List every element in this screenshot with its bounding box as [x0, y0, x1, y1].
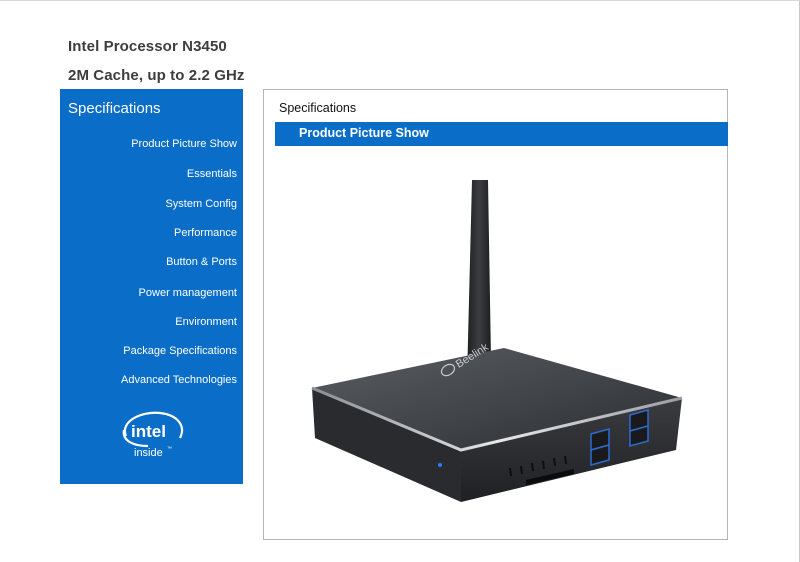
sidebar-item-package-specifications[interactable]: Package Specifications — [123, 345, 237, 357]
power-led — [438, 463, 442, 467]
sidebar-item-environment[interactable]: Environment — [175, 316, 237, 328]
intel-logo-tm: ™ — [167, 446, 172, 452]
sidebar-nav: Specifications Product Picture Show Esse… — [60, 89, 243, 484]
tab-product-picture-show[interactable]: Product Picture Show — [299, 126, 429, 140]
intel-inside-logo: intel inside ™ — [122, 411, 184, 459]
sidebar-item-power-management[interactable]: Power management — [139, 287, 237, 299]
page-subtitle: 2M Cache, up to 2.2 GHz — [68, 67, 245, 84]
panel-tabbar: Product Picture Show — [275, 122, 728, 146]
content-panel: Specifications Product Picture Show Beel… — [263, 89, 728, 540]
sidebar-item-performance[interactable]: Performance — [174, 227, 237, 239]
sidebar-item-button-ports[interactable]: Button & Ports — [166, 256, 237, 268]
sidebar-item-essentials[interactable]: Essentials — [187, 168, 237, 180]
sidebar-item-advanced-technologies[interactable]: Advanced Technologies — [121, 374, 237, 386]
page-title: Intel Processor N3450 — [68, 38, 227, 55]
product-image: Beelink — [311, 180, 683, 502]
intel-logo-word: intel — [131, 422, 166, 441]
top-divider — [0, 0, 800, 1]
sidebar-heading[interactable]: Specifications — [68, 100, 161, 117]
sidebar-item-system-config[interactable]: System Config — [165, 198, 237, 210]
panel-heading: Specifications — [279, 101, 357, 115]
sidebar-item-product-picture-show[interactable]: Product Picture Show — [131, 138, 237, 150]
intel-logo-tagline: inside — [134, 447, 163, 459]
